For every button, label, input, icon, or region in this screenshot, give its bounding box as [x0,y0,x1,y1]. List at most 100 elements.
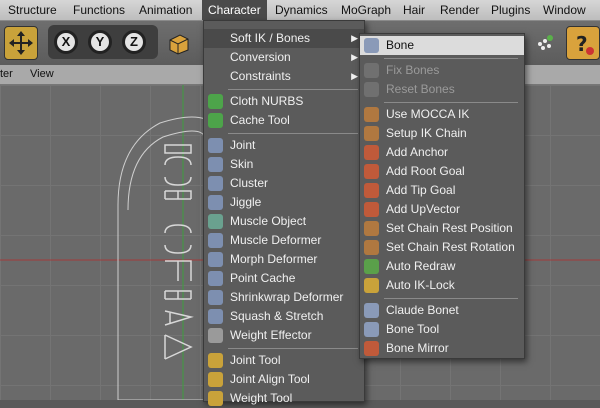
submenu-item-bone-tool[interactable]: Bone Tool [360,320,524,339]
set-chain-rest-position-icon [364,221,379,236]
shrinkwrap-icon [208,290,223,305]
menu-character[interactable]: Character [202,0,267,20]
submenu-item-use-mocca-ik[interactable]: Use MOCCA IK [360,105,524,124]
menu-item-morph-deformer[interactable]: Morph Deformer [204,250,364,269]
squash-stretch-icon [208,309,223,324]
reset-bones-icon [364,82,379,97]
submenu-arrow-icon: ▶ [351,71,358,81]
submenu-item-bone[interactable]: Bone [360,36,524,55]
menu-item-weight-tool[interactable]: Weight Tool [204,389,364,408]
bone-tool-icon [364,322,379,337]
morph-deformer-icon [208,252,223,267]
help-icon: ? [576,32,594,56]
character-menu: Soft IK / Bones ▶ Conversion ▶ Constrain… [203,20,365,406]
bone-icon [364,38,379,53]
menu-item-cache-tool[interactable]: Cache Tool [204,111,364,130]
menu-plugins[interactable]: Plugins [491,3,530,17]
menu-item-shrinkwrap-deformer[interactable]: Shrinkwrap Deformer [204,288,364,307]
muscle-object-icon [208,214,223,229]
menu-structure[interactable]: Structure [8,3,57,17]
svg-text:?: ? [576,32,588,56]
submenu-item-auto-redraw[interactable]: Auto Redraw [360,257,524,276]
submenu-item-add-tip-goal[interactable]: Add Tip Goal [360,181,524,200]
menu-separator [228,89,358,90]
y-axis-toggle[interactable]: Y [88,30,112,54]
menu-item-point-cache[interactable]: Point Cache [204,269,364,288]
setup-ik-chain-icon [364,126,379,141]
z-axis-toggle[interactable]: Z [122,30,146,54]
menu-separator [228,133,358,134]
menu-item-muscle-deformer[interactable]: Muscle Deformer [204,231,364,250]
weight-effector-icon [208,328,223,343]
menu-mograph[interactable]: MoGraph [341,3,391,17]
cluster-icon [208,176,223,191]
menu-animation[interactable]: Animation [139,3,192,17]
submenu-item-add-upvector[interactable]: Add UpVector [360,200,524,219]
jiggle-icon [208,195,223,210]
menu-item-joint-align-tool[interactable]: Joint Align Tool [204,370,364,389]
skin-icon [208,157,223,172]
use-mocca-ik-icon [364,107,379,122]
point-cache-icon [208,271,223,286]
add-anchor-icon [364,145,379,160]
menu-window[interactable]: Window [543,3,586,17]
auto-ik-lock-icon [364,278,379,293]
menu-item-conversion[interactable]: Conversion ▶ [204,48,364,67]
submenu-arrow-icon: ▶ [351,52,358,62]
x-axis-toggle[interactable]: X [54,30,78,54]
menu-item-cloth-nurbs[interactable]: Cloth NURBS [204,92,364,111]
submenu-item-add-root-goal[interactable]: Add Root Goal [360,162,524,181]
fix-bones-icon [364,63,379,78]
joint-align-tool-icon [208,372,223,387]
add-root-goal-icon [364,164,379,179]
menu-item-skin[interactable]: Skin [204,155,364,174]
viewport-menu-partial[interactable]: ter [0,68,13,80]
dots-icon [538,35,553,50]
submenu-item-reset-bones[interactable]: Reset Bones [360,80,524,99]
add-tip-goal-icon [364,183,379,198]
submenu-item-setup-ik-chain[interactable]: Setup IK Chain [360,124,524,143]
menu-item-constraints[interactable]: Constraints ▶ [204,67,364,86]
menu-item-joint-tool[interactable]: Joint Tool [204,351,364,370]
muscle-deformer-icon [208,233,223,248]
submenu-arrow-icon: ▶ [351,33,358,43]
cloth-nurbs-icon [208,94,223,109]
add-upvector-icon [364,202,379,217]
bone-mirror-icon [364,341,379,356]
submenu-item-set-chain-rest-rotation[interactable]: Set Chain Rest Rotation [360,238,524,257]
submenu-item-auto-ik-lock[interactable]: Auto IK-Lock [360,276,524,295]
move-tool-button[interactable] [4,26,38,60]
menu-functions[interactable]: Functions [73,3,125,17]
viewport-menu-view[interactable]: View [30,68,54,80]
submenu-item-set-chain-rest-position[interactable]: Set Chain Rest Position [360,219,524,238]
cube-icon [169,34,189,55]
submenu-item-claude-bonet[interactable]: Claude Bonet [360,301,524,320]
menu-separator [384,58,518,59]
claude-bonet-icon [364,303,379,318]
menu-item-soft-ik-bones[interactable]: Soft IK / Bones ▶ [204,29,364,48]
menu-item-cluster[interactable]: Cluster [204,174,364,193]
set-chain-rest-rotation-icon [364,240,379,255]
menu-item-jiggle[interactable]: Jiggle [204,193,364,212]
menu-separator [228,348,358,349]
menubar: Structure Functions Animation Character … [0,0,600,21]
submenu-item-bone-mirror[interactable]: Bone Mirror [360,339,524,358]
help-button[interactable]: ? [566,26,600,60]
menu-item-muscle-object[interactable]: Muscle Object [204,212,364,231]
menu-item-weight-effector[interactable]: Weight Effector [204,326,364,345]
coordinate-system-button[interactable] [162,26,194,58]
menu-dynamics[interactable]: Dynamics [275,3,328,17]
soft-ik-bones-submenu: Bone Fix Bones Reset Bones Use MOCCA IK … [359,33,525,359]
menu-render[interactable]: Render [440,3,479,17]
ice-cream-3d-text [164,144,194,360]
menu-item-joint[interactable]: Joint [204,136,364,155]
submenu-item-add-anchor[interactable]: Add Anchor [360,143,524,162]
paint-tool-button[interactable] [528,26,560,58]
joint-icon [208,138,223,153]
cache-tool-icon [208,113,223,128]
menu-separator [384,102,518,103]
menu-item-squash-stretch[interactable]: Squash & Stretch [204,307,364,326]
weight-tool-icon [208,391,223,406]
menu-hair[interactable]: Hair [403,3,425,17]
submenu-item-fix-bones[interactable]: Fix Bones [360,61,524,80]
